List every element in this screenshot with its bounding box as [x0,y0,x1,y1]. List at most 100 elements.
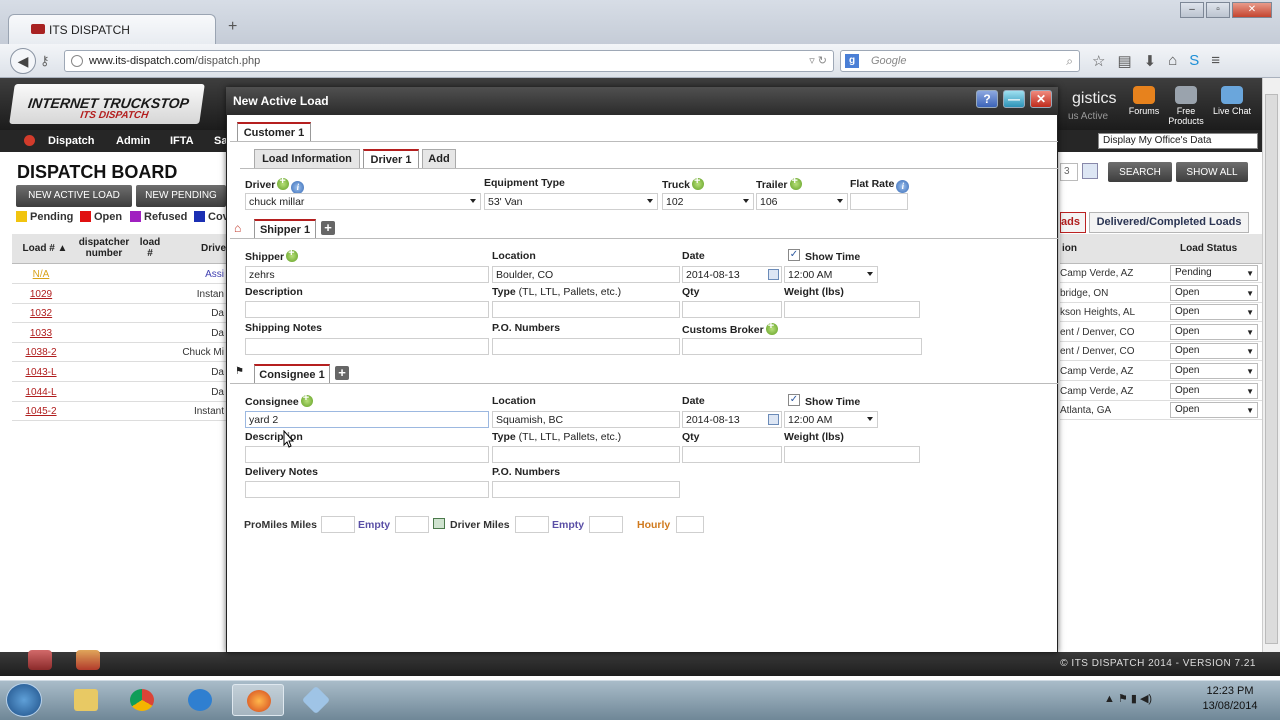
flat-rate-input[interactable] [850,193,908,210]
consignee-description-input[interactable] [245,446,489,463]
calendar-icon[interactable] [1082,163,1098,179]
add-truck-icon[interactable] [692,175,705,190]
add-driver-icon[interactable] [277,175,290,190]
shipper-date-input[interactable]: 2014-08-13 [682,266,782,283]
load-number-link[interactable]: 1033 [12,328,70,339]
table-row[interactable]: kson Heights, AL Open ▼ [1060,303,1262,323]
shipper-qty-input[interactable] [682,301,782,318]
new-active-load-button[interactable]: NEW ACTIVE LOAD [16,185,132,207]
menu-dispatch[interactable]: Dispatch [48,135,94,147]
table-row[interactable]: Atlanta, GA Open ▼ [1060,401,1262,421]
url-bar[interactable]: www.its-dispatch.com/dispatch.php ▿ ↻ [64,50,834,72]
driver-select[interactable]: chuck millar [245,193,481,210]
load-status-select[interactable]: Open ▼ [1170,402,1258,419]
shipper-input[interactable]: zehrs [245,266,489,283]
calendar-widget-icon[interactable] [76,650,100,670]
load-number-link[interactable]: 1032 [12,308,70,319]
shipper-po-input[interactable] [492,338,680,355]
consignee-po-input[interactable] [492,481,680,498]
taskbar-app[interactable] [290,684,342,716]
flat-rate-info-icon[interactable]: i [896,180,910,193]
table-row[interactable]: bridge, ON Open ▼ [1060,284,1262,303]
tab-delivered-completed[interactable]: Delivered/Completed Loads [1089,212,1249,233]
scrollbar-thumb[interactable] [1265,94,1278,644]
consignee-input[interactable]: yard 2 [245,411,489,428]
table-row[interactable]: ent / Denver, CO Open ▼ [1060,323,1262,342]
shipper-show-time-checkbox[interactable]: ✓ [788,249,800,261]
driver-miles-input[interactable] [515,516,549,533]
skype-icon[interactable]: S [1189,52,1199,70]
load-status-select[interactable]: Open ▼ [1170,304,1258,321]
col-location[interactable]: ion [1062,243,1077,254]
tab-consignee-1[interactable]: Consignee 1 [254,364,330,384]
table-row[interactable]: 1032 Da [12,304,226,324]
load-number-link[interactable]: N/A [12,269,70,280]
consignee-type-input[interactable] [492,446,680,463]
col-driver[interactable]: Drive [192,243,226,254]
bookmark-star-icon[interactable]: ☆ [1092,52,1105,70]
table-row[interactable]: N/A Assi [12,265,226,284]
menu-hamburger-icon[interactable]: ≡ [1211,52,1220,70]
key-icon[interactable]: ⚷ [40,53,50,69]
taskbar-explorer[interactable] [60,684,112,716]
clock[interactable]: 12:23 PM 13/08/2014 [1190,684,1270,714]
power-icon[interactable] [24,135,35,146]
load-status-select[interactable]: Open ▼ [1170,343,1258,360]
table-row[interactable]: 1033 Da [12,324,226,343]
office-data-dropdown[interactable]: Display My Office's Data [1098,133,1258,149]
download-icon[interactable]: ⬇ [1144,52,1157,70]
home-icon[interactable]: ⌂ [1168,52,1177,70]
shipper-weight-input[interactable] [784,301,920,318]
table-row[interactable]: 1038-2 Chuck Mi [12,343,226,363]
show-all-button[interactable]: SHOW ALL [1176,162,1248,182]
tab-customer-1[interactable]: Customer 1 [237,122,311,142]
page-scrollbar[interactable] [1262,78,1280,652]
taskbar-chrome[interactable] [116,684,168,716]
consignee-location-input[interactable]: Squamish, BC [492,411,680,428]
table-row[interactable]: Camp Verde, AZ Open ▼ [1060,382,1262,401]
table-row[interactable]: 1044-L Da [12,383,226,402]
browser-tab[interactable]: ITS DISPATCH [8,14,216,44]
table-row[interactable]: 1043-L Da [12,363,226,382]
menu-admin[interactable]: Admin [116,135,150,147]
promiles-input[interactable] [321,516,355,533]
load-status-select[interactable]: Open ▼ [1170,323,1258,340]
tab-loads[interactable]: ads [1060,212,1086,233]
browser-search-bar[interactable]: g Google ⌕ [840,50,1080,72]
customs-broker-input[interactable] [682,338,922,355]
col-dispatcher-number[interactable]: dispatcher number [74,237,134,259]
add-trailer-icon[interactable] [789,175,802,190]
shipper-description-input[interactable] [245,301,489,318]
notes-icon[interactable] [28,650,52,670]
tab-add[interactable]: Add [422,149,456,169]
minimize-dialog-icon[interactable]: — [1003,90,1025,108]
load-status-select[interactable]: Open ▼ [1170,284,1258,301]
site-logo[interactable]: INTERNET TRUCKSTOP ITS DISPATCH [9,84,205,124]
add-shipper-icon[interactable]: + [321,221,335,235]
start-button-icon[interactable] [6,683,42,717]
table-row[interactable]: 1029 Instan [12,285,226,304]
table-row[interactable]: Camp Verde, AZ Pending ▼ [1060,264,1262,283]
search-button[interactable]: SEARCH [1108,162,1172,182]
consignee-show-time-checkbox[interactable]: ✓ [788,394,800,406]
system-tray-icons[interactable]: ▲ ⚑ ▮ ◀) [1104,692,1152,705]
calendar-icon[interactable] [768,269,779,280]
live-chat-link[interactable]: Live Chat [1206,86,1258,116]
consignee-qty-input[interactable] [682,446,782,463]
consignee-time-select[interactable]: 12:00 AM [784,411,878,428]
table-row[interactable]: Camp Verde, AZ Open ▼ [1060,362,1262,381]
tab-driver-1[interactable]: Driver 1 [363,149,419,169]
load-number-link[interactable]: 1044-L [12,387,70,398]
free-products-link[interactable]: Free Products [1160,86,1212,126]
load-number-link[interactable]: 1038-2 [12,347,70,358]
new-tab-plus-icon[interactable]: + [228,18,237,36]
minimize-icon[interactable]: – [1180,2,1204,18]
menu-ifta[interactable]: IFTA [170,135,194,147]
add-consignee-contact-icon[interactable] [300,392,313,407]
help-icon[interactable]: ? [976,90,998,108]
load-number-link[interactable]: 1045-2 [12,406,70,417]
load-status-select[interactable]: Open ▼ [1170,382,1258,399]
delivery-notes-input[interactable] [245,481,489,498]
load-status-select[interactable]: Pending ▼ [1170,265,1258,281]
col-load[interactable]: load # [136,237,164,259]
